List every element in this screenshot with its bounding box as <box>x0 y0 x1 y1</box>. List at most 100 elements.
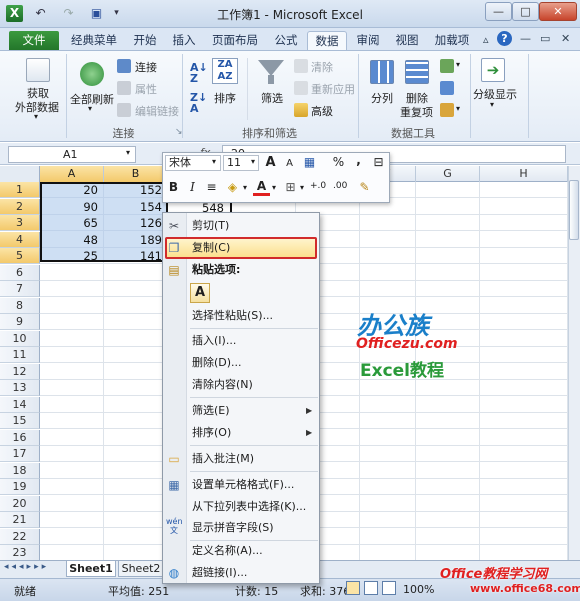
fill-color-dropdown-icon[interactable]: ▾ <box>243 183 247 192</box>
italic-button[interactable]: I <box>184 179 201 196</box>
decrease-decimal-button[interactable]: .00 <box>333 181 347 191</box>
row-header-7[interactable]: 7 <box>0 281 40 297</box>
what-if-dropdown-icon[interactable]: ▾ <box>456 104 460 113</box>
filter-button[interactable]: 筛选 <box>261 90 283 106</box>
row-header-5[interactable]: 5 <box>0 248 40 264</box>
name-box-dropdown-icon[interactable]: ▾ <box>126 148 130 157</box>
consolidate-icon[interactable] <box>440 81 454 95</box>
text-to-columns-button[interactable]: 分列 <box>371 90 393 106</box>
undo-icon[interactable]: ↶ <box>32 5 49 22</box>
window-minimize-icon[interactable]: — <box>520 32 531 45</box>
advanced-button[interactable]: 高级 <box>311 103 333 119</box>
shrink-font-button[interactable]: A <box>281 155 298 172</box>
fill-color-icon[interactable]: ◈ <box>224 179 241 196</box>
menu-item-insert[interactable]: 插入(I)... <box>192 331 236 351</box>
tab-page-layout[interactable]: 页面布局 <box>205 31 265 50</box>
cell-b2[interactable]: 154 <box>104 199 168 215</box>
minimize-button[interactable]: — <box>485 2 512 21</box>
borders-icon[interactable]: ⊞ <box>282 179 299 196</box>
font-color-button[interactable]: A <box>253 178 270 196</box>
tab-view[interactable]: 视图 <box>389 31 425 50</box>
cell-b1[interactable]: 152 <box>104 182 168 198</box>
row-header-20[interactable]: 20 <box>0 495 40 512</box>
remove-duplicates-label-2[interactable]: 重复项 <box>400 104 433 120</box>
row-header-4[interactable]: 4 <box>0 231 40 248</box>
align-center-icon[interactable]: ≡ <box>203 179 220 196</box>
row-header-14[interactable]: 14 <box>0 396 40 413</box>
tab-data[interactable]: 数据 <box>307 31 347 50</box>
reapply-button[interactable]: 重新应用 <box>311 81 355 97</box>
data-validation-icon[interactable] <box>440 59 454 73</box>
column-header-g[interactable]: G <box>416 166 480 182</box>
row-header-10[interactable]: 10 <box>0 330 40 347</box>
window-restore-icon[interactable]: ▭ <box>540 32 550 45</box>
what-if-icon[interactable] <box>440 103 454 117</box>
menu-item-delete[interactable]: 删除(D)... <box>192 353 242 373</box>
tab-formulas[interactable]: 公式 <box>268 31 304 50</box>
percent-button[interactable]: % <box>330 154 347 171</box>
row-header-8[interactable]: 8 <box>0 297 40 314</box>
row-header-11[interactable]: 11 <box>0 347 40 363</box>
bold-button[interactable]: B <box>165 179 182 196</box>
maximize-button[interactable]: □ <box>512 2 539 21</box>
borders-dropdown-icon[interactable]: ▾ <box>300 183 304 192</box>
menu-item-insert-comment[interactable]: 插入批注(M) <box>192 449 254 469</box>
excel-logo-icon[interactable]: X <box>6 5 23 22</box>
refresh-dropdown-icon[interactable]: ▾ <box>88 104 92 113</box>
save-icon[interactable]: ▣ <box>88 5 105 22</box>
zoom-level[interactable]: 100% <box>403 583 434 596</box>
mini-size-dropdown-icon[interactable]: ▾ <box>251 157 255 166</box>
tab-file[interactable]: 文件 <box>9 31 59 50</box>
normal-view-icon[interactable] <box>346 581 360 595</box>
page-break-view-icon[interactable] <box>382 581 396 595</box>
cell-a5[interactable]: 25 <box>40 248 104 264</box>
column-header-a[interactable]: A <box>40 166 104 182</box>
menu-item-clear-contents[interactable]: 清除内容(N) <box>192 375 253 395</box>
row-header-23[interactable]: 23 <box>0 545 40 561</box>
row-header-21[interactable]: 21 <box>0 512 40 528</box>
menu-item-phonetic[interactable]: 显示拼音字段(S) <box>192 518 274 538</box>
cell-a1[interactable]: 20 <box>40 182 104 198</box>
quick-access-dropdown-icon[interactable]: ▾ <box>108 5 125 22</box>
outline-dropdown-icon[interactable]: ▾ <box>490 100 494 109</box>
mini-font-dropdown-icon[interactable]: ▾ <box>212 157 216 166</box>
tab-review[interactable]: 审阅 <box>350 31 386 50</box>
menu-item-sort[interactable]: 排序(O) <box>192 423 231 443</box>
cell-a2[interactable]: 90 <box>40 199 104 215</box>
row-header-13[interactable]: 13 <box>0 380 40 396</box>
edit-links-button[interactable]: 编辑链接 <box>135 103 179 119</box>
sort-button[interactable]: 排序 <box>214 90 236 106</box>
sheet-tab-sheet1[interactable]: Sheet1 <box>66 561 116 577</box>
cell-b4[interactable]: 189 <box>104 232 168 248</box>
page-layout-view-icon[interactable] <box>364 581 378 595</box>
row-header-3[interactable]: 3 <box>0 215 40 231</box>
menu-item-paste-special[interactable]: 选择性粘贴(S)... <box>192 306 273 326</box>
cell-a3[interactable]: 65 <box>40 215 104 231</box>
row-header-22[interactable]: 22 <box>0 528 40 545</box>
redo-icon[interactable]: ↷ <box>60 5 77 22</box>
row-header-19[interactable]: 19 <box>0 479 40 495</box>
outline-button[interactable]: 分级显示 <box>473 86 517 102</box>
menu-item-format-cells[interactable]: 设置单元格格式(F)... <box>192 475 294 495</box>
help-icon[interactable]: ? <box>497 31 512 46</box>
row-header-12[interactable]: 12 <box>0 363 40 380</box>
row-header-9[interactable]: 9 <box>0 314 40 330</box>
ribbon-collapse-icon[interactable]: ▵ <box>483 33 489 46</box>
menu-item-filter[interactable]: 筛选(E) <box>192 401 230 421</box>
cell-a4[interactable]: 48 <box>40 232 104 248</box>
comma-button[interactable]: , <box>350 152 367 169</box>
font-color-dropdown-icon[interactable]: ▾ <box>272 183 276 192</box>
menu-item-cut[interactable]: 剪切(T) <box>192 216 229 236</box>
menu-item-define-name[interactable]: 定义名称(A)... <box>192 541 263 561</box>
column-header-b[interactable]: B <box>104 166 168 182</box>
vertical-scroll-thumb[interactable] <box>569 180 579 240</box>
tab-classic-menu[interactable]: 经典菜单 <box>64 31 124 50</box>
grow-font-button[interactable]: A <box>262 154 279 171</box>
row-header-6[interactable]: 6 <box>0 264 40 281</box>
menu-item-pick-from-list[interactable]: 从下拉列表中选择(K)... <box>192 497 306 517</box>
properties-button[interactable]: 属性 <box>135 81 157 97</box>
sheet-nav-icon[interactable]: ◂◂◂▸▸▸ <box>4 562 49 572</box>
sort-descending-icon[interactable]: Z↓ A <box>190 92 207 114</box>
row-header-16[interactable]: 16 <box>0 429 40 446</box>
sheet-tab-sheet2[interactable]: Sheet2 <box>118 561 164 577</box>
